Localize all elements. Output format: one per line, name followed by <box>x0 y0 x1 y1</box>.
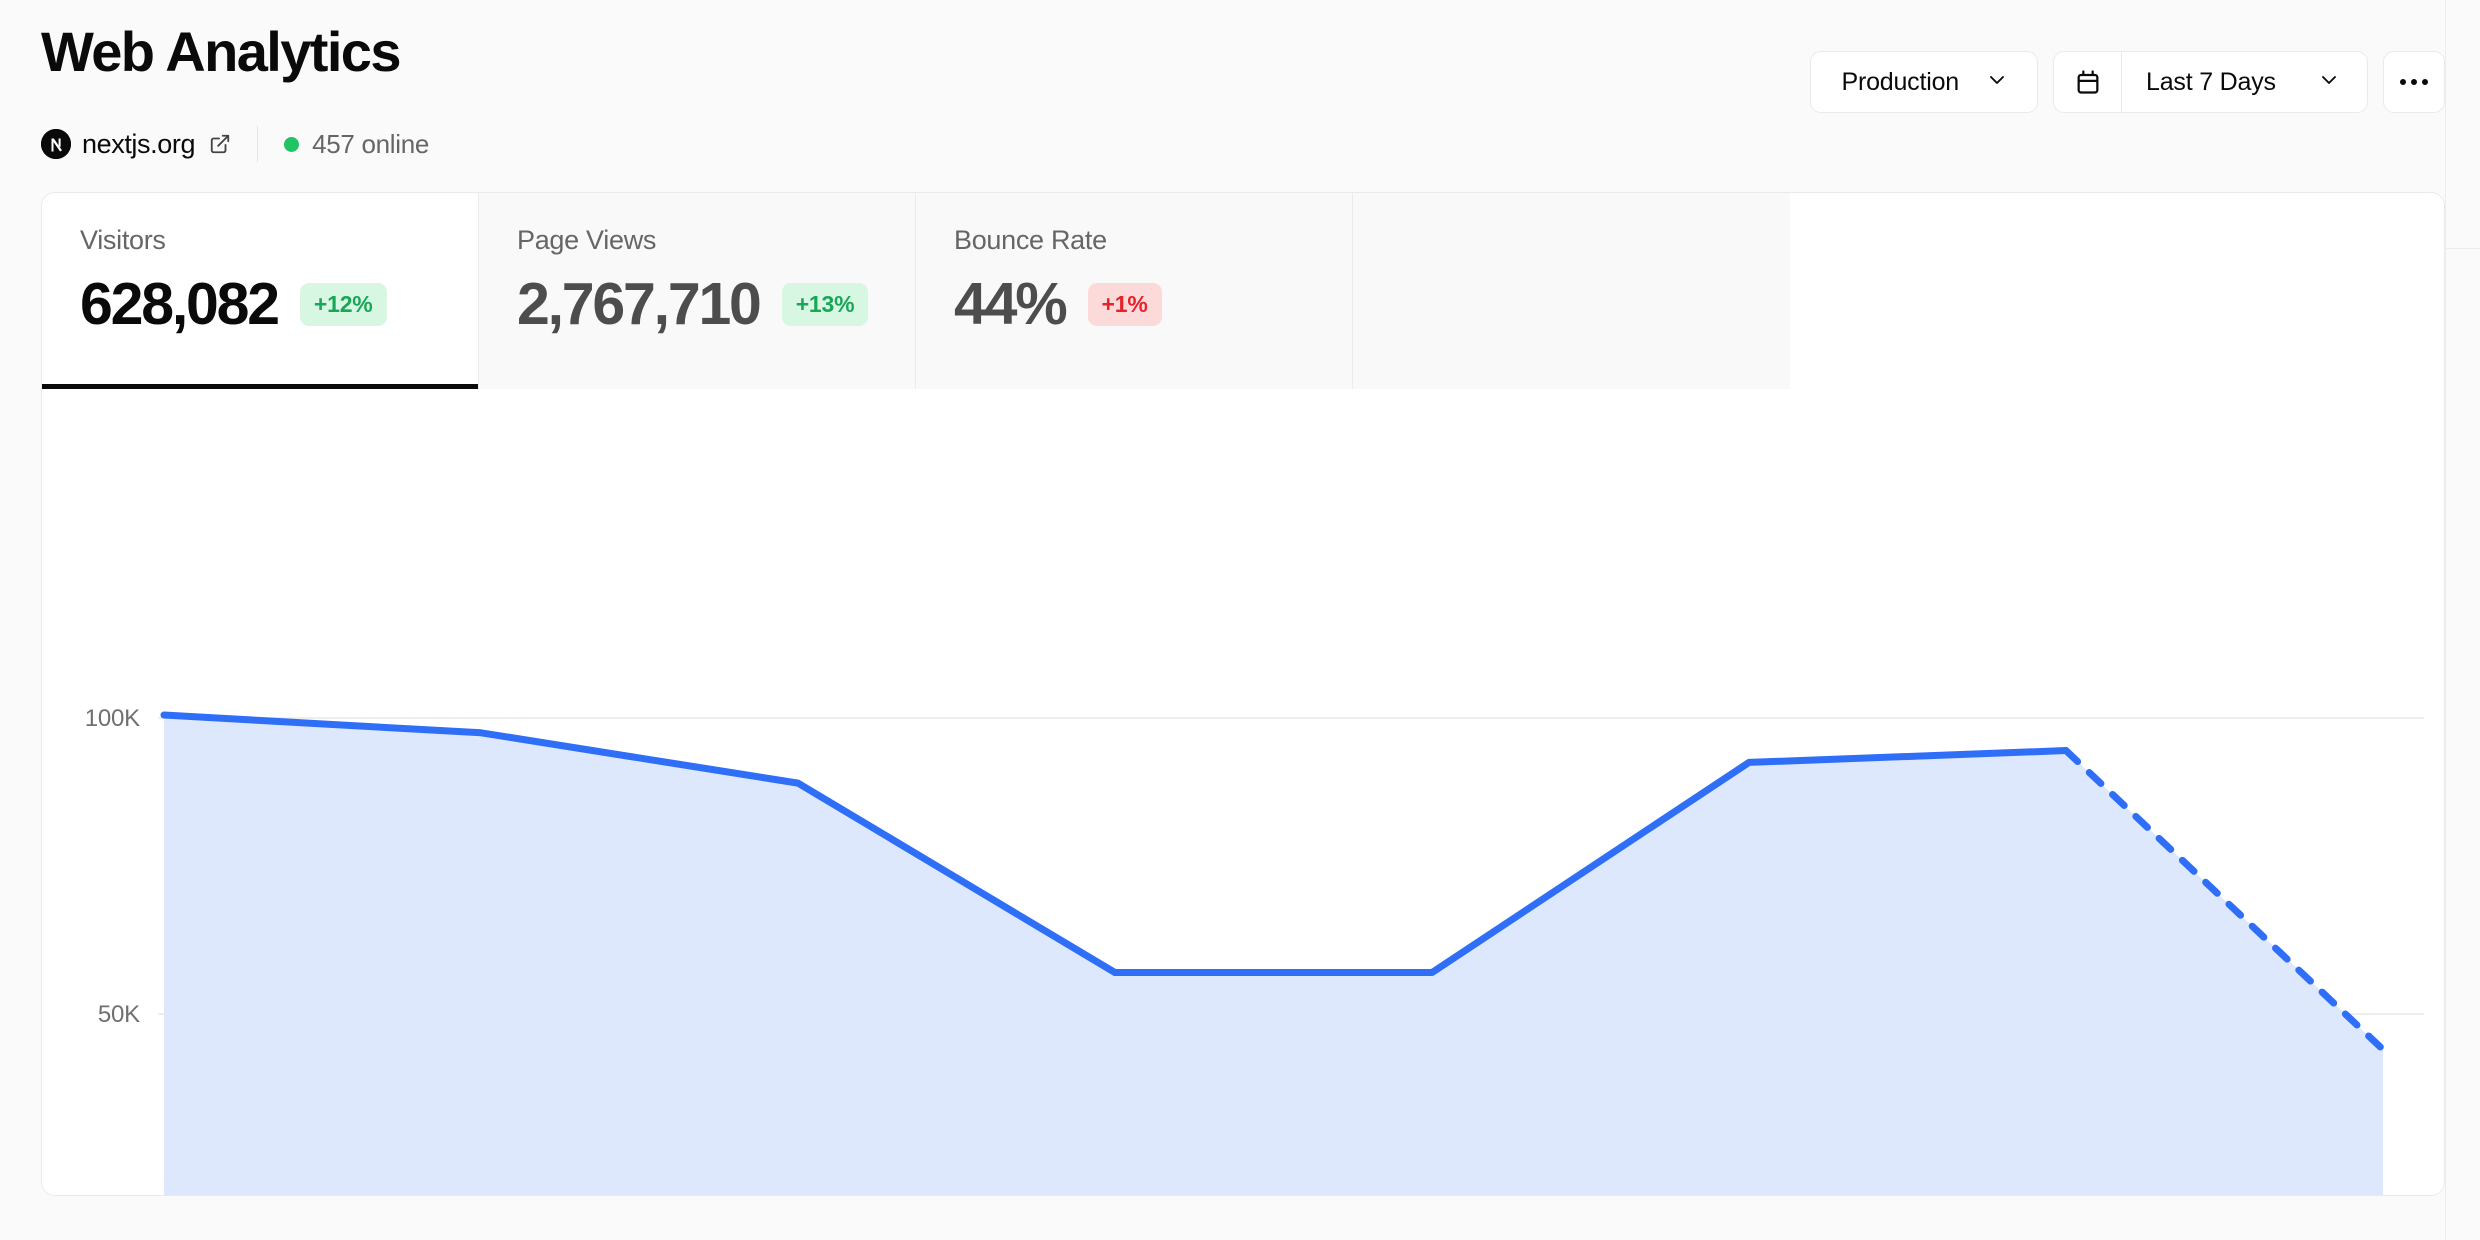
y-axis-tick-label: 50K <box>98 1001 140 1028</box>
online-status: 457 online <box>284 129 429 160</box>
page-header: Web Analytics nextjs.org <box>0 0 2480 186</box>
stat-tabs: Visitors 628,082 +12% Page Views 2,767,7… <box>42 193 2445 389</box>
environment-selector-label: Production <box>1841 68 1959 97</box>
stat-tab-visitors[interactable]: Visitors 628,082 +12% <box>42 193 479 389</box>
chart-area-fill <box>164 715 2383 1196</box>
stat-tab-bounce-rate[interactable]: Bounce Rate 44% +1% <box>916 193 1353 389</box>
stat-delta-badge: +1% <box>1088 283 1162 326</box>
stat-value: 44% <box>954 275 1066 334</box>
ellipsis-icon <box>2400 79 2428 85</box>
nextjs-logo-icon <box>41 129 71 159</box>
stat-label: Page Views <box>517 225 915 256</box>
stat-delta-badge: +13% <box>782 283 869 326</box>
online-status-dot <box>284 137 299 152</box>
stat-label: Bounce Rate <box>954 225 1352 256</box>
header-controls: Production Last 7 Day <box>1810 51 2445 113</box>
site-meta-row: nextjs.org 457 online <box>41 125 429 163</box>
analytics-page: Web Analytics nextjs.org <box>0 0 2480 1240</box>
viewport-guide-vertical <box>2445 0 2446 1240</box>
stat-tab-empty <box>1353 193 1790 389</box>
stat-label: Visitors <box>80 225 478 256</box>
chevron-down-icon <box>2317 68 2341 97</box>
stat-value: 628,082 <box>80 275 278 334</box>
date-range-value[interactable]: Last 7 Days <box>2122 68 2367 97</box>
stat-tab-page-views[interactable]: Page Views 2,767,710 +13% <box>479 193 916 389</box>
site-name: nextjs.org <box>82 129 195 160</box>
more-options-button[interactable] <box>2383 51 2445 113</box>
viewport-guide-horizontal <box>2445 248 2480 249</box>
site-link[interactable]: nextjs.org <box>41 129 231 160</box>
header-divider <box>257 126 258 162</box>
calendar-icon <box>2054 52 2122 112</box>
page-title: Web Analytics <box>41 18 400 85</box>
stat-value-row: 44% +1% <box>954 275 1352 334</box>
stat-delta-badge: +12% <box>300 283 387 326</box>
date-range-label: Last 7 Days <box>2146 68 2276 97</box>
visitors-chart: 050K100K Jan 8Jan 9Jan 10Jan 11Jan 12Jan… <box>42 389 2445 1196</box>
visitors-area-chart: 050K100K Jan 8Jan 9Jan 10Jan 11Jan 12Jan… <box>42 389 2445 1196</box>
stat-value-row: 628,082 +12% <box>80 275 478 334</box>
chevron-down-icon <box>1985 68 2009 97</box>
environment-selector[interactable]: Production <box>1810 51 2038 113</box>
external-link-icon <box>209 133 231 155</box>
y-axis-tick-label: 100K <box>85 705 140 732</box>
stat-value-row: 2,767,710 +13% <box>517 275 915 334</box>
stat-value: 2,767,710 <box>517 275 760 334</box>
date-range-selector[interactable]: Last 7 Days <box>2053 51 2368 113</box>
online-count-label: 457 online <box>312 129 429 160</box>
chart-y-axis-labels: 050K100K <box>85 705 140 1196</box>
analytics-card: Visitors 628,082 +12% Page Views 2,767,7… <box>41 192 2445 1196</box>
